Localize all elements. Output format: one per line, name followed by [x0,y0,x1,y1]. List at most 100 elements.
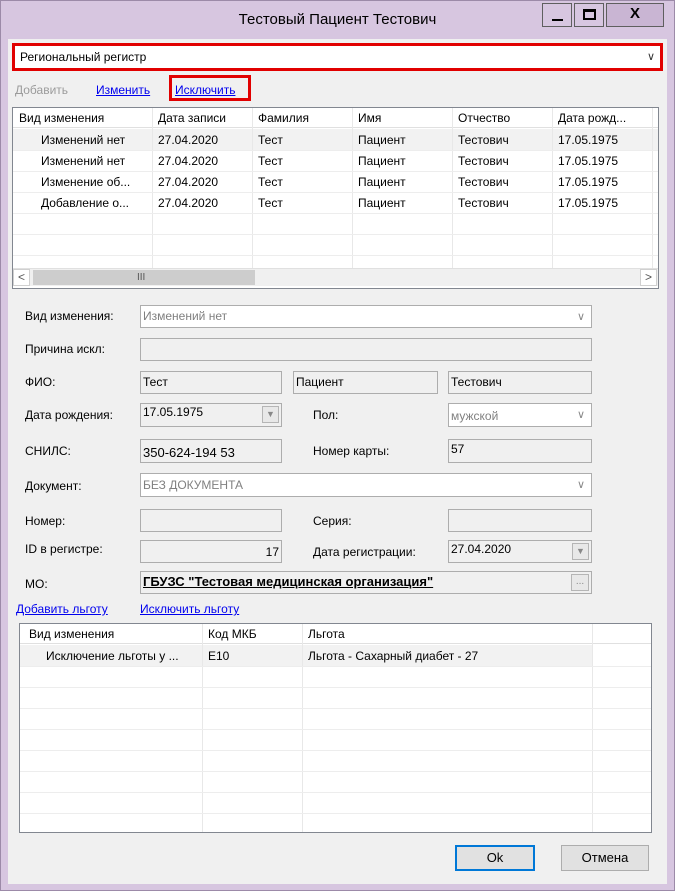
table-row-cell[interactable]: Тестович [458,133,509,147]
number-field[interactable] [140,509,282,532]
column-header-record-date[interactable]: Дата записи [158,111,226,125]
table-row-cell[interactable]: Исключение льготы у ... [46,649,179,663]
scrollbar-thumb[interactable]: III [33,270,255,285]
change-type-select[interactable]: Изменений нет ∨ [140,305,592,328]
table-row-cell[interactable]: Тестович [458,196,509,210]
column-header-change-type[interactable]: Вид изменения [29,627,114,641]
table-row-cell[interactable]: Изменений нет [41,154,125,168]
chevron-down-icon[interactable]: ▼ [262,406,279,423]
column-header-birth-date[interactable]: Дата рожд... [558,111,626,125]
table-row-cell[interactable]: Пациент [358,154,406,168]
card-number-field[interactable]: 57 [448,439,592,463]
benefits-grid[interactable]: Вид изменения Код МКБ Льгота Исключение … [19,623,652,833]
table-row-cell[interactable]: 17.05.1975 [558,133,618,147]
snils-label: СНИЛС: [25,444,71,458]
birth-date-label: Дата рождения: [25,408,113,422]
minimize-icon [552,19,563,21]
table-row-cell[interactable]: 27.04.2020 [158,133,218,147]
sex-select[interactable]: мужской ∨ [448,403,592,427]
registry-select[interactable]: Региональный регистр ∨ [12,43,663,71]
exclude-benefit-link[interactable]: Исключить льготу [140,602,239,616]
table-row-cell[interactable]: Добавление о... [41,196,129,210]
patronymic-value: Тестович [451,375,502,389]
last-name-field[interactable]: Тест [140,371,282,394]
close-button[interactable]: X [606,3,664,27]
scroll-left-icon[interactable]: < [13,269,30,286]
change-type-label: Вид изменения: [25,309,114,323]
table-row-cell[interactable]: 27.04.2020 [158,196,218,210]
column-header-patronymic[interactable]: Отчество [458,111,510,125]
column-header-last-name[interactable]: Фамилия [258,111,309,125]
column-header-benefit[interactable]: Льгота [308,627,345,641]
series-field[interactable] [448,509,592,532]
add-benefit-link[interactable]: Добавить льготу [16,602,108,616]
series-label: Серия: [313,514,352,528]
table-row-cell[interactable]: 17.05.1975 [558,196,618,210]
chevron-down-icon[interactable]: ▼ [572,543,589,560]
table-row-cell[interactable]: 17.05.1975 [558,154,618,168]
chevron-down-icon: ∨ [576,409,585,421]
column-header-icd-code[interactable]: Код МКБ [208,627,257,641]
registry-id-field[interactable]: 17 [140,540,282,563]
maximize-button[interactable] [574,3,604,27]
registration-date-value: 27.04.2020 [451,542,512,556]
first-name-field[interactable]: Пациент [293,371,438,394]
snils-value: 350-624-194 53 [143,445,235,460]
registry-select-value: Региональный регистр [20,50,147,64]
mo-value: ГБУЗС "Тестовая медицинская организация" [143,574,434,589]
table-row-cell[interactable]: 27.04.2020 [158,154,218,168]
browse-mo-button[interactable]: ... [571,574,589,591]
maximize-icon [583,9,596,20]
horizontal-scrollbar[interactable]: < III > [13,268,658,286]
exclusion-reason-field[interactable] [140,338,592,361]
registration-date-picker[interactable]: 27.04.2020 ▼ [448,540,592,563]
card-number-value: 57 [451,442,465,456]
column-header-change-type[interactable]: Вид изменения [19,111,104,125]
mo-label: МО: [25,577,48,591]
ok-button[interactable]: Ok [455,845,535,871]
table-row-cell[interactable]: Тест [258,196,283,210]
chevron-down-icon: ∨ [646,51,655,63]
first-name-value: Пациент [296,375,344,389]
chevron-down-icon: ∨ [576,311,585,323]
grip-icon: III [137,272,146,283]
table-row-cell[interactable]: Пациент [358,196,406,210]
exclusion-reason-label: Причина искл: [25,342,106,356]
dialog-body: Региональный регистр ∨ Добавить Изменить… [8,39,667,884]
table-row-cell[interactable]: Льгота - Сахарный диабет - 27 [308,649,478,663]
patronymic-field[interactable]: Тестович [448,371,592,394]
table-row-cell[interactable]: Тестович [458,175,509,189]
document-select[interactable]: БЕЗ ДОКУМЕНТА ∨ [140,473,592,497]
table-row-cell[interactable]: Изменение об... [41,175,130,189]
last-name-value: Тест [143,375,168,389]
birth-date-value: 17.05.1975 [143,405,204,419]
table-row-cell[interactable]: Тестович [458,154,509,168]
edit-record-link[interactable]: Изменить [96,83,150,97]
exclude-record-link[interactable]: Исключить [175,83,235,97]
table-row-cell[interactable]: Пациент [358,133,406,147]
chevron-down-icon: ∨ [576,479,585,491]
table-row-cell[interactable]: E10 [208,649,229,663]
scroll-right-icon[interactable]: > [640,269,657,286]
table-row-cell[interactable]: Тест [258,175,283,189]
table-row-cell[interactable]: Тест [258,133,283,147]
document-label: Документ: [25,479,82,493]
column-header-first-name[interactable]: Имя [358,111,381,125]
table-row-cell[interactable]: Изменений нет [41,133,125,147]
card-number-label: Номер карты: [313,444,390,458]
records-grid[interactable]: Вид изменения Дата записи Фамилия Имя От… [12,107,659,289]
minimize-button[interactable] [542,3,572,27]
cancel-button[interactable]: Отмена [561,845,649,871]
registration-date-label: Дата регистрации: [313,545,416,559]
title-bar[interactable]: Тестовый Пациент Тестович X [1,1,674,39]
registry-id-label: ID в регистре: [25,542,103,556]
table-row-cell[interactable]: 17.05.1975 [558,175,618,189]
add-record-link[interactable]: Добавить [15,83,68,97]
sex-value: мужской [451,409,499,423]
birth-date-picker[interactable]: 17.05.1975 ▼ [140,403,282,427]
table-row-cell[interactable]: 27.04.2020 [158,175,218,189]
table-row-cell[interactable]: Пациент [358,175,406,189]
table-row-cell[interactable]: Тест [258,154,283,168]
snils-field[interactable]: 350-624-194 53 [140,439,282,463]
mo-field[interactable]: ГБУЗС "Тестовая медицинская организация"… [140,571,592,594]
